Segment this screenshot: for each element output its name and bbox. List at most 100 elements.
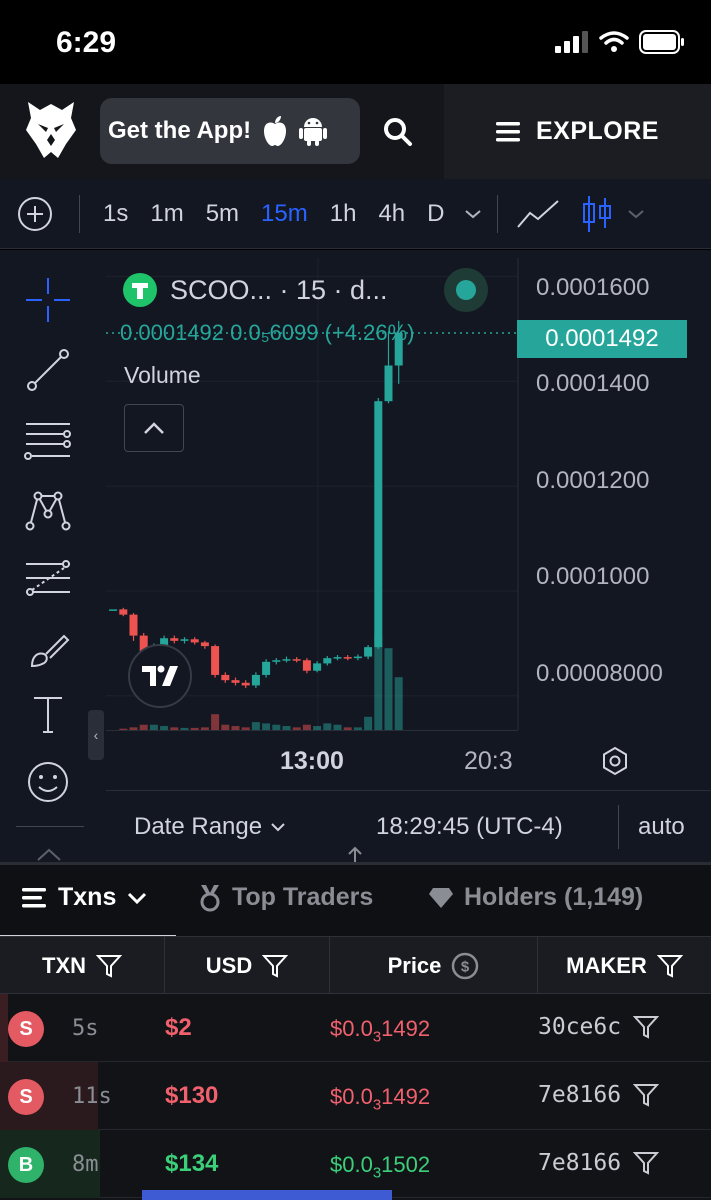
- add-symbol-icon[interactable]: [17, 196, 53, 232]
- column-header-txn[interactable]: TXN: [0, 937, 165, 995]
- line-chart-icon[interactable]: [516, 199, 560, 229]
- y-axis-label: 0.0001000: [536, 563, 650, 590]
- text-tool-icon[interactable]: [22, 688, 74, 740]
- table-row[interactable]: S 5s $2 $0.031492 30ce6c: [0, 994, 711, 1062]
- y-axis-label: 0.00008000: [536, 660, 663, 687]
- toolbar-divider: [497, 194, 499, 233]
- interval-15m[interactable]: 15m: [250, 200, 319, 228]
- interval-5m[interactable]: 5m: [195, 200, 250, 228]
- explore-button[interactable]: EXPLORE: [444, 84, 711, 179]
- txn-age: 8m: [72, 1152, 99, 1177]
- candlestick-icon[interactable]: [582, 194, 612, 234]
- price-plot[interactable]: SCOO... · 15 · d... 0.0001492 0.0₅6099 (…: [106, 258, 711, 862]
- candle-body: [323, 658, 332, 664]
- tab-holders-label: Holders (1,149): [464, 883, 644, 911]
- tab-holders[interactable]: Holders (1,149): [428, 883, 643, 912]
- dollar-circle-icon[interactable]: $: [451, 952, 479, 980]
- fib-retracement-icon[interactable]: [22, 554, 74, 606]
- filter-icon[interactable]: [262, 954, 289, 978]
- android-icon: [299, 118, 328, 146]
- maker-address[interactable]: 7e8166: [538, 1082, 621, 1108]
- y-axis-label: 0.0001200: [536, 467, 650, 494]
- volume-bar: [211, 714, 220, 730]
- status-time: 6:29: [56, 26, 117, 59]
- chevron-down-icon[interactable]: [463, 207, 483, 221]
- candle-body: [374, 401, 383, 648]
- candle-body: [180, 639, 189, 641]
- market-status-icon: [444, 268, 488, 312]
- sell-badge: S: [8, 1011, 44, 1047]
- parallel-lines-icon[interactable]: [22, 414, 74, 466]
- txn-table: S 5s $2 $0.031492 30ce6c S 11s $130 $0.0…: [0, 994, 711, 1200]
- txn-age: 11s: [72, 1084, 112, 1109]
- search-icon[interactable]: [380, 114, 416, 150]
- trend-line-icon[interactable]: [22, 344, 74, 396]
- timezone-clock[interactable]: 18:29:45 (UTC-4): [376, 813, 563, 841]
- auto-scale-button[interactable]: auto: [638, 813, 685, 841]
- chevron-down-icon: [271, 823, 285, 832]
- chart-area: ‹ SCOO... · 15 · d... 0.0001492 0.0₅6099…: [0, 250, 711, 862]
- explore-label: EXPLORE: [536, 117, 659, 145]
- settings-icon[interactable]: [600, 746, 630, 776]
- txn-price: $0.031492: [330, 1016, 431, 1046]
- brush-icon[interactable]: [22, 624, 74, 676]
- maker-address[interactable]: 7e8166: [538, 1150, 621, 1176]
- tab-top-traders[interactable]: Top Traders: [198, 883, 373, 912]
- signal-icon: [555, 31, 588, 53]
- txn-maker[interactable]: 30ce6c: [538, 1014, 660, 1040]
- tradingview-logo-icon[interactable]: [128, 644, 192, 708]
- table-row[interactable]: S 11s $130 $0.031492 7e8166: [0, 1062, 711, 1130]
- get-app-button[interactable]: Get the App!: [100, 98, 360, 164]
- token-logo-icon: [123, 273, 157, 307]
- filter-icon[interactable]: [96, 954, 122, 978]
- filter-icon[interactable]: [633, 1151, 660, 1175]
- tab-txns[interactable]: Txns: [22, 883, 148, 912]
- tab-top-traders-label: Top Traders: [232, 883, 374, 911]
- horizontal-scrollbar[interactable]: [142, 1190, 392, 1200]
- candle-body: [190, 639, 199, 643]
- date-range-button[interactable]: Date Range: [134, 813, 286, 841]
- column-header-label: Price: [387, 953, 442, 978]
- activity-tabs: Txns Top Traders Holders (1,149): [0, 862, 711, 938]
- filter-icon[interactable]: [633, 1015, 660, 1039]
- collapse-volume-button[interactable]: [124, 404, 184, 452]
- filter-icon[interactable]: [633, 1083, 660, 1107]
- chevron-down-icon[interactable]: [626, 207, 646, 221]
- current-price-label: 0.0001492: [517, 320, 687, 358]
- x-axis-label: 20:3: [464, 747, 513, 775]
- interval-d[interactable]: D: [416, 200, 455, 228]
- candle-body: [170, 638, 179, 641]
- chevron-up-icon[interactable]: [34, 846, 64, 862]
- interval-1m[interactable]: 1m: [139, 200, 194, 228]
- crosshair-icon[interactable]: [22, 274, 74, 326]
- interval-1h[interactable]: 1h: [319, 200, 368, 228]
- txn-maker[interactable]: 7e8166: [538, 1082, 660, 1108]
- chart-bottom-bar: Date Range 18:29:45 (UTC-4) auto: [106, 790, 711, 862]
- candle-body: [211, 646, 220, 675]
- status-bar: 6:29: [0, 0, 711, 84]
- toolbar-divider: [16, 826, 84, 827]
- collapse-toolbar-button[interactable]: ‹: [88, 710, 104, 760]
- table-row[interactable]: B 8m $134 $0.031502 7e8166: [0, 1130, 711, 1198]
- candle-body: [302, 660, 311, 671]
- column-header-label: TXN: [42, 953, 86, 978]
- top-navigation: Get the App! EXPLORE: [0, 84, 711, 179]
- medal-icon: [200, 884, 220, 911]
- filter-icon[interactable]: [656, 954, 683, 978]
- buy-badge: B: [8, 1147, 44, 1183]
- interval-4h[interactable]: 4h: [367, 200, 416, 228]
- pattern-icon[interactable]: [22, 484, 74, 536]
- volume-bar: [251, 722, 260, 730]
- column-header-maker[interactable]: MAKER: [538, 937, 711, 995]
- column-header-price[interactable]: Price $: [330, 937, 538, 995]
- column-header-usd[interactable]: USD: [165, 937, 330, 995]
- maker-address[interactable]: 30ce6c: [538, 1014, 621, 1040]
- row-size-bar: [0, 994, 8, 1062]
- emoji-icon[interactable]: [22, 756, 74, 808]
- txn-maker[interactable]: 7e8166: [538, 1150, 660, 1176]
- txn-age: 5s: [72, 1016, 99, 1041]
- get-app-label: Get the App!: [108, 117, 252, 144]
- logo-icon[interactable]: [24, 100, 78, 162]
- interval-1s[interactable]: 1s: [92, 200, 139, 228]
- symbol-title: SCOO... · 15 · d...: [170, 274, 388, 305]
